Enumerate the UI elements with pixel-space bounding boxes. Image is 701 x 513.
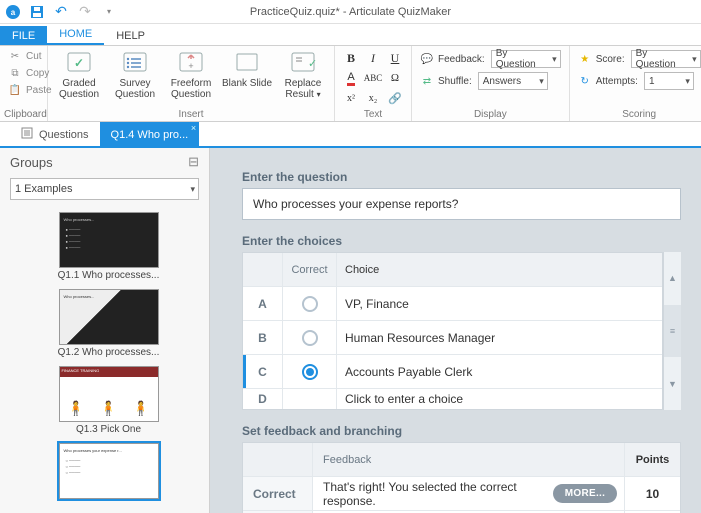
freeform-question-button[interactable]: +Freeform Question bbox=[164, 48, 218, 100]
radio-b[interactable] bbox=[302, 330, 318, 346]
tab-help[interactable]: HELP bbox=[104, 26, 157, 45]
col-choice: Choice bbox=[337, 253, 662, 286]
svg-text:a: a bbox=[11, 8, 16, 17]
group-text: B I U A ABC Ω x² x₂ 🔗 Text bbox=[335, 46, 412, 121]
spellcheck-button[interactable]: ABC bbox=[365, 70, 381, 86]
groups-dropdown[interactable]: 1 Examples bbox=[10, 178, 199, 200]
svg-text:+: + bbox=[188, 61, 193, 71]
choice-row[interactable]: D Click to enter a choice bbox=[243, 389, 662, 409]
attempts-dropdown[interactable]: 1 bbox=[644, 72, 694, 90]
font-color-button[interactable]: A bbox=[343, 70, 359, 86]
doctab-active[interactable]: Q1.4 Who pro... × bbox=[100, 122, 200, 146]
cut-icon: ✂ bbox=[8, 49, 22, 63]
col-correct: Correct bbox=[283, 253, 337, 286]
thumb-q1-2[interactable]: Who processes... Q1.2 Who processes... bbox=[44, 289, 174, 358]
choice-row[interactable]: A VP, Finance bbox=[243, 287, 662, 321]
group-insert: ✓Graded Question Survey Question +Freefo… bbox=[48, 46, 335, 121]
move-up-button[interactable]: ▲ bbox=[663, 252, 681, 305]
feedback-title: Set feedback and branching bbox=[242, 424, 701, 438]
replace-result-button[interactable]: ✓Replace Result ▾ bbox=[276, 48, 330, 100]
copy-icon: ⧉ bbox=[8, 66, 22, 80]
italic-button[interactable]: I bbox=[365, 50, 381, 66]
attempts-label: ↻Attempts: bbox=[578, 74, 638, 88]
replace-result-icon: ✓ bbox=[289, 50, 317, 76]
underline-button[interactable]: U bbox=[387, 50, 403, 66]
graded-question-button[interactable]: ✓Graded Question bbox=[52, 48, 106, 100]
group-insert-label: Insert bbox=[52, 108, 330, 120]
groups-title: Groups bbox=[10, 155, 53, 170]
ribbon-tabs: FILE HOME HELP bbox=[0, 24, 701, 46]
col-points: Points bbox=[624, 443, 680, 476]
subscript-button[interactable]: x₂ bbox=[365, 90, 381, 106]
feedback-icon: 💬 bbox=[420, 52, 434, 66]
enter-choices-label: Enter the choices bbox=[242, 234, 701, 248]
survey-question-icon bbox=[121, 50, 149, 76]
shuffle-label: ⇄Shuffle: bbox=[420, 74, 472, 88]
group-clipboard-label: Clipboard bbox=[4, 108, 43, 120]
radio-a[interactable] bbox=[302, 296, 318, 312]
score-label: ★Score: bbox=[578, 52, 625, 66]
group-scoring-label: Scoring bbox=[574, 108, 701, 120]
feedback-label: 💬Feedback: bbox=[420, 52, 485, 66]
app-icon: a bbox=[4, 3, 22, 21]
document-tabs: Questions Q1.4 Who pro... × bbox=[0, 122, 701, 148]
collapse-icon[interactable]: ⊟ bbox=[188, 154, 199, 170]
ribbon: ✂Cut ⧉Copy 📋Paste Clipboard ✓Graded Ques… bbox=[0, 46, 701, 122]
score-dropdown[interactable]: By Question bbox=[631, 50, 701, 68]
shuffle-icon: ⇄ bbox=[420, 74, 434, 88]
more-button-correct[interactable]: MORE... bbox=[553, 484, 617, 503]
attempts-icon: ↻ bbox=[578, 74, 592, 88]
blank-slide-icon bbox=[233, 50, 261, 76]
superscript-button[interactable]: x² bbox=[343, 90, 359, 106]
tab-home[interactable]: HOME bbox=[47, 24, 104, 45]
col-feedback: Feedback bbox=[313, 443, 546, 476]
blank-slide-button[interactable]: Blank Slide bbox=[220, 48, 274, 89]
shuffle-dropdown[interactable]: Answers bbox=[478, 72, 548, 90]
svg-text:✓: ✓ bbox=[74, 56, 84, 70]
paste-icon: 📋 bbox=[8, 83, 22, 97]
bold-button[interactable]: B bbox=[343, 50, 359, 66]
choice-row[interactable]: C Accounts Payable Clerk bbox=[243, 355, 662, 389]
radio-c[interactable] bbox=[302, 364, 318, 380]
freeform-question-icon: + bbox=[177, 50, 205, 76]
group-display-label: Display bbox=[416, 108, 565, 120]
drag-handle[interactable]: ≡ bbox=[663, 305, 681, 358]
feedback-row-correct[interactable]: Correct That's right! You selected the c… bbox=[243, 477, 680, 511]
questions-icon bbox=[21, 127, 33, 142]
editor-panel: Enter the question Who processes your ex… bbox=[210, 148, 701, 513]
close-icon[interactable]: × bbox=[191, 123, 196, 133]
thumb-q1-1[interactable]: Who processes...● ────● ────● ────● ────… bbox=[44, 212, 174, 281]
score-icon: ★ bbox=[578, 52, 592, 66]
save-icon[interactable] bbox=[28, 3, 46, 21]
doctab-questions[interactable]: Questions bbox=[10, 122, 100, 146]
enter-question-label: Enter the question bbox=[242, 170, 701, 184]
thumb-q1-4[interactable]: Who processes your expense r...○ ────○ ─… bbox=[44, 443, 174, 501]
hyperlink-button[interactable]: 🔗 bbox=[387, 90, 403, 106]
copy-button[interactable]: ⧉Copy bbox=[6, 65, 54, 81]
cut-button[interactable]: ✂Cut bbox=[6, 48, 54, 64]
qat-dropdown-icon[interactable]: ▾ bbox=[100, 3, 118, 21]
feedback-dropdown[interactable]: By Question bbox=[491, 50, 561, 68]
thumbnails[interactable]: Who processes...● ────● ────● ────● ────… bbox=[0, 204, 209, 513]
svg-text:✓: ✓ bbox=[308, 58, 316, 70]
choice-row[interactable]: B Human Resources Manager bbox=[243, 321, 662, 355]
question-input[interactable]: Who processes your expense reports? bbox=[242, 188, 681, 220]
survey-question-button[interactable]: Survey Question bbox=[108, 48, 162, 100]
tab-file[interactable]: FILE bbox=[0, 26, 47, 45]
move-down-button[interactable]: ▼ bbox=[663, 357, 681, 410]
group-clipboard: ✂Cut ⧉Copy 📋Paste Clipboard bbox=[0, 46, 48, 121]
redo-icon[interactable]: ↷ bbox=[76, 3, 94, 21]
title-bar: a ↶ ↷ ▾ PracticeQuiz.quiz* - Articulate … bbox=[0, 0, 701, 24]
sidebar: Groups ⊟ 1 Examples Who processes...● ──… bbox=[0, 148, 210, 513]
undo-icon[interactable]: ↶ bbox=[52, 3, 70, 21]
thumb-q1-3[interactable]: FINANCE TRAINING🧍🧍🧍 Q1.3 Pick One bbox=[44, 366, 174, 435]
paste-button[interactable]: 📋Paste bbox=[6, 82, 54, 98]
symbol-button[interactable]: Ω bbox=[387, 70, 403, 86]
group-scoring: ★Score: By Question ↻Attempts: 1 Scoring bbox=[570, 46, 701, 121]
group-text-label: Text bbox=[339, 108, 407, 120]
group-display: 💬Feedback: By Question ⇄Shuffle: Answers… bbox=[412, 46, 570, 121]
graded-question-icon: ✓ bbox=[65, 50, 93, 76]
